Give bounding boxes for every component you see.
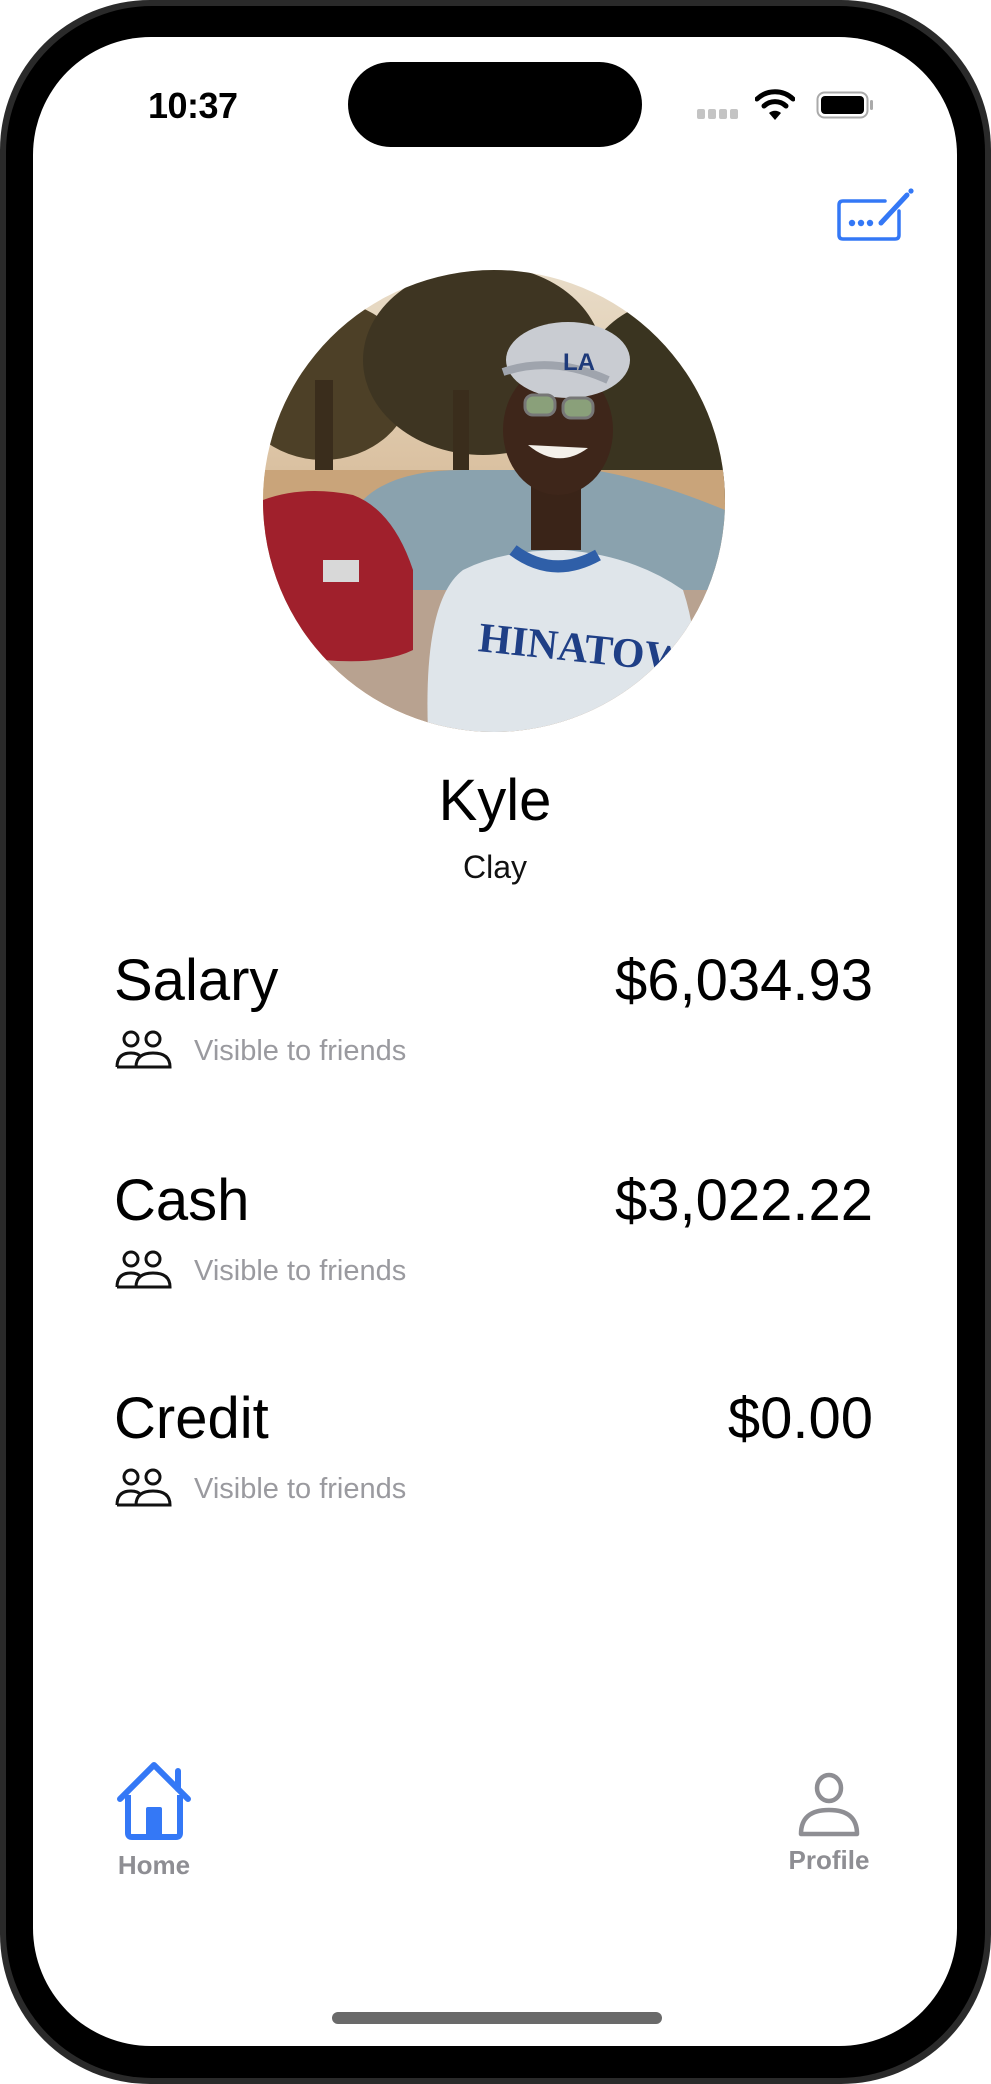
person-icon: [798, 1772, 860, 1837]
tab-profile[interactable]: Profile: [769, 1772, 889, 1876]
two-people-icon: [115, 1030, 172, 1069]
visibility-info: Visible to friends: [114, 1029, 406, 1073]
avatar-photo: HINATOWN LA: [263, 270, 725, 732]
tab-label: Home: [117, 1850, 191, 1880]
visibility-info: Visible to friends: [114, 1249, 406, 1293]
signature-pencil-icon: [837, 188, 914, 241]
last-name: Clay: [462, 849, 527, 885]
house-icon: [117, 1762, 191, 1840]
wifi-icon: [755, 89, 795, 120]
account-row-credit[interactable]: Credit $0.00 Visible to friends: [114, 1385, 873, 1535]
dynamic-island: [348, 62, 642, 147]
two-people-icon: [115, 1250, 172, 1289]
battery-icon: [816, 91, 873, 119]
account-row-cash[interactable]: Cash $3,022.22 Visible to friends: [114, 1167, 873, 1317]
account-amount: $0.00: [727, 1386, 873, 1451]
two-people-icon: [115, 1468, 172, 1507]
account-row-salary[interactable]: Salary $6,034.93 Visible to friends: [114, 947, 873, 1097]
account-amount: $3,022.22: [614, 1168, 873, 1233]
avatar[interactable]: HINATOWN LA: [263, 270, 725, 732]
screen: 10:37 HINATOWN LA Kyle Clay Salary $6,03…: [33, 37, 957, 2046]
status-time: 10:37: [148, 85, 238, 126]
tab-home[interactable]: Home: [94, 1761, 214, 1881]
tab-label: Profile: [788, 1845, 870, 1875]
edit-profile-button[interactable]: [835, 187, 917, 243]
account-amount: $6,034.93: [614, 948, 873, 1013]
visibility-info: Visible to friends: [114, 1467, 406, 1511]
visibility-label: Visible to friends: [194, 1472, 407, 1505]
first-name: Kyle: [438, 768, 552, 833]
home-indicator[interactable]: [332, 2012, 662, 2024]
visibility-label: Visible to friends: [194, 1034, 407, 1067]
signal-dots-icon: [697, 109, 738, 119]
visibility-label: Visible to friends: [194, 1254, 407, 1287]
account-label: Credit: [114, 1386, 269, 1451]
cap-logo: LA: [563, 349, 595, 376]
account-label: Cash: [114, 1168, 250, 1233]
account-label: Salary: [114, 948, 279, 1013]
